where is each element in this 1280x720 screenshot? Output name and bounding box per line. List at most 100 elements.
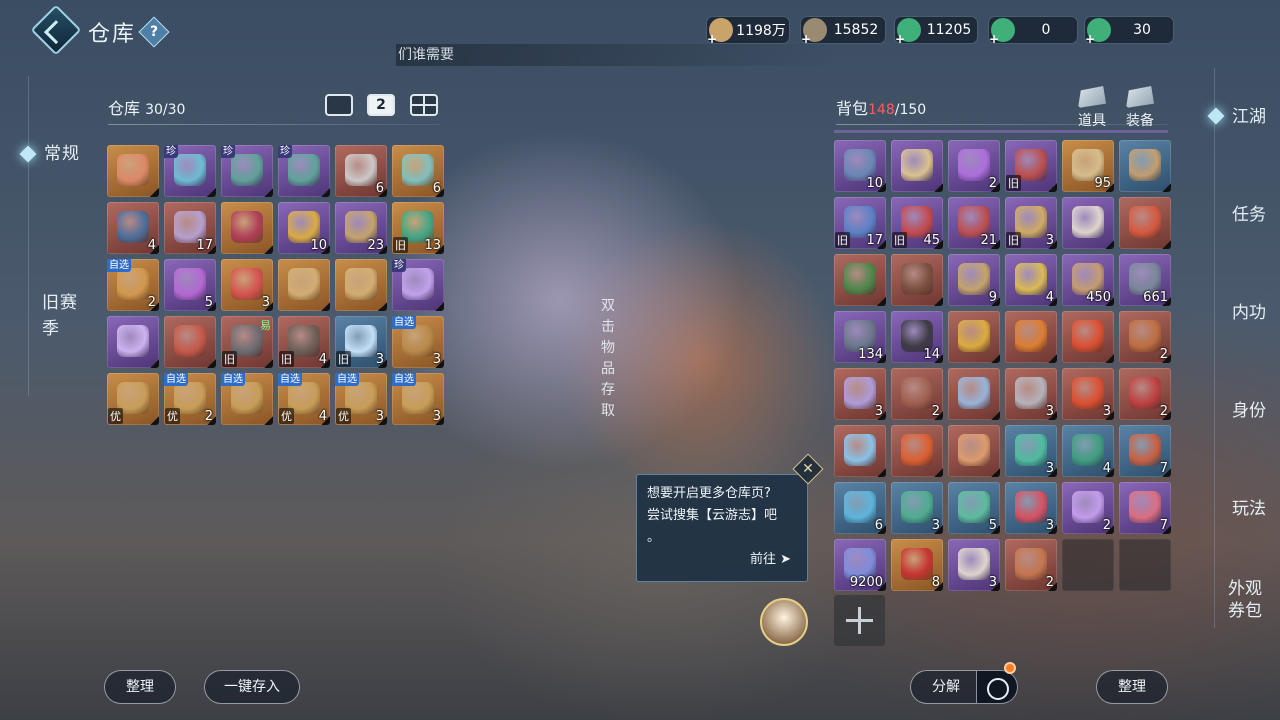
item-slot[interactable]: 3 <box>1005 425 1057 477</box>
npc-avatar[interactable] <box>760 598 808 646</box>
item-slot[interactable] <box>1062 539 1114 591</box>
item-slot[interactable]: 自选2 <box>107 259 159 311</box>
item-slot[interactable]: 134 <box>834 311 886 363</box>
item-slot[interactable] <box>107 145 159 197</box>
deposit-all-button[interactable]: 一键存入 <box>204 670 300 704</box>
item-slot[interactable]: 8 <box>891 539 943 591</box>
item-slot[interactable]: 23 <box>335 202 387 254</box>
item-slot[interactable] <box>891 425 943 477</box>
item-slot[interactable]: 2 <box>948 140 1000 192</box>
item-slot[interactable] <box>1005 311 1057 363</box>
item-slot[interactable]: 自选优3 <box>335 373 387 425</box>
item-slot[interactable]: 6 <box>335 145 387 197</box>
currency-jade[interactable]: 11205 <box>894 16 978 46</box>
item-slot[interactable] <box>891 140 943 192</box>
item-slot[interactable]: 9200 <box>834 539 886 591</box>
item-slot[interactable] <box>221 202 273 254</box>
item-slot[interactable]: 7 <box>1119 425 1171 477</box>
item-slot[interactable]: 自选3 <box>392 316 444 368</box>
item-slot[interactable]: 自选优4 <box>278 373 330 425</box>
item-slot[interactable]: 6 <box>392 145 444 197</box>
nav-item-jianghu[interactable]: 江湖 <box>1224 106 1274 128</box>
item-slot[interactable]: 4 <box>1062 425 1114 477</box>
decompose-hammer-icon[interactable] <box>976 670 1018 704</box>
item-slot[interactable]: 4 <box>1005 254 1057 306</box>
item-slot[interactable]: 2 <box>1119 311 1171 363</box>
item-slot[interactable]: 3 <box>1005 482 1057 534</box>
currency-jade-3[interactable]: 30 <box>1084 16 1174 46</box>
item-slot[interactable]: 95 <box>1062 140 1114 192</box>
item-slot[interactable]: 优 <box>107 373 159 425</box>
item-slot[interactable] <box>834 254 886 306</box>
item-slot[interactable] <box>834 425 886 477</box>
item-slot[interactable]: 自选优2 <box>164 373 216 425</box>
item-slot[interactable]: 2 <box>1119 368 1171 420</box>
item-slot[interactable]: 21 <box>948 197 1000 249</box>
item-slot[interactable]: 珍 <box>278 145 330 197</box>
back-diamond-icon[interactable] <box>30 4 82 56</box>
go-button[interactable]: 前往 ➤ <box>750 549 791 571</box>
warehouse-page-2[interactable]: 2 <box>367 94 395 116</box>
item-slot[interactable] <box>164 316 216 368</box>
item-slot[interactable]: 3 <box>221 259 273 311</box>
help-icon[interactable]: ? <box>138 16 170 48</box>
item-slot[interactable]: 2 <box>1005 539 1057 591</box>
item-slot[interactable]: 3 <box>834 368 886 420</box>
nav-item-identity[interactable]: 身份 <box>1224 400 1274 422</box>
add-slot-button[interactable] <box>834 595 885 646</box>
item-slot[interactable]: 14 <box>891 311 943 363</box>
decompose-button[interactable]: 分解 <box>910 670 982 704</box>
item-slot[interactable] <box>1062 311 1114 363</box>
item-slot[interactable]: 易旧 <box>221 316 273 368</box>
nav-item-appearance-coupons[interactable]: 外观券包 <box>1224 578 1266 622</box>
item-slot[interactable] <box>891 254 943 306</box>
item-slot[interactable]: 3 <box>1062 368 1114 420</box>
item-slot[interactable] <box>335 259 387 311</box>
item-slot[interactable]: 旧3 <box>335 316 387 368</box>
currency-copper[interactable]: 15852 <box>800 16 886 46</box>
item-slot[interactable]: 珍 <box>164 145 216 197</box>
currency-jade-2[interactable]: 0 <box>988 16 1078 46</box>
item-slot[interactable] <box>948 368 1000 420</box>
item-slot[interactable]: 旧 45 <box>891 197 943 249</box>
item-slot[interactable] <box>1062 197 1114 249</box>
item-slot[interactable]: 5 <box>948 482 1000 534</box>
item-slot[interactable]: 珍 <box>392 259 444 311</box>
nav-item-gameplay[interactable]: 玩法 <box>1224 498 1274 520</box>
warehouse-page-3[interactable] <box>410 94 438 116</box>
item-slot[interactable]: 旧 <box>1005 140 1057 192</box>
item-slot[interactable]: 2 <box>891 368 943 420</box>
warehouse-page-1[interactable] <box>325 94 353 116</box>
item-slot[interactable]: 旧 13 <box>392 202 444 254</box>
item-slot[interactable]: 7 <box>1119 482 1171 534</box>
item-slot[interactable] <box>948 311 1000 363</box>
item-slot[interactable]: 自选3 <box>392 373 444 425</box>
item-slot[interactable]: 自选 <box>221 373 273 425</box>
nav-item-regular[interactable]: 常规 <box>44 141 80 167</box>
item-slot[interactable]: 9 <box>948 254 1000 306</box>
item-slot[interactable]: 3 <box>891 482 943 534</box>
sort-warehouse-button[interactable]: 整理 <box>104 670 176 704</box>
item-slot[interactable]: 10 <box>834 140 886 192</box>
item-slot[interactable]: 4 <box>107 202 159 254</box>
item-slot[interactable]: 6 <box>834 482 886 534</box>
item-slot[interactable]: 10 <box>278 202 330 254</box>
item-slot[interactable] <box>948 425 1000 477</box>
item-slot[interactable]: 5 <box>164 259 216 311</box>
item-slot[interactable]: 450 <box>1062 254 1114 306</box>
item-slot[interactable] <box>107 316 159 368</box>
item-slot[interactable]: 661 <box>1119 254 1171 306</box>
nav-item-neigong[interactable]: 内功 <box>1224 302 1274 324</box>
item-slot[interactable] <box>1119 140 1171 192</box>
item-slot[interactable] <box>278 259 330 311</box>
item-slot[interactable]: 珍 <box>221 145 273 197</box>
nav-item-old-season[interactable]: 旧赛季 <box>42 290 82 342</box>
item-slot[interactable] <box>1119 197 1171 249</box>
item-slot[interactable]: 旧3 <box>1005 197 1057 249</box>
item-slot[interactable]: 3 <box>948 539 1000 591</box>
item-slot[interactable]: 旧 17 <box>834 197 886 249</box>
currency-silver[interactable]: 1198万 <box>706 16 790 46</box>
nav-item-tasks[interactable]: 任务 <box>1224 204 1274 226</box>
item-slot[interactable]: 旧4 <box>278 316 330 368</box>
item-slot[interactable]: 2 <box>1062 482 1114 534</box>
